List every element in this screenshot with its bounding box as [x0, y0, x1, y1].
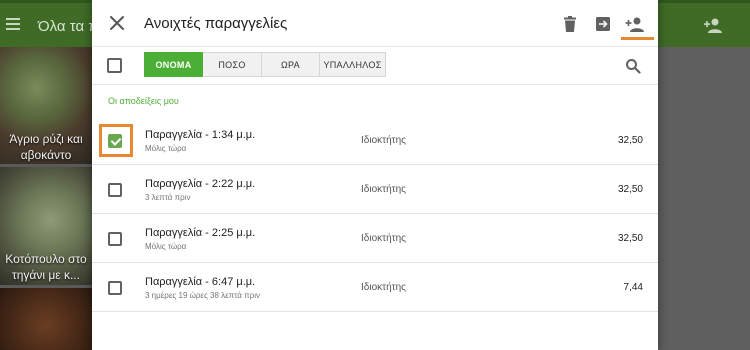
person-add-icon [625, 17, 644, 32]
order-checkbox[interactable] [108, 183, 122, 197]
order-time-ago: 3 ημέρες 19 ώρες 38 λεπτά πριν [145, 291, 261, 300]
trash-icon [564, 16, 576, 32]
sort-by-employee-button[interactable]: ΥΠΑΛΛΗΛΟΣ [320, 52, 386, 77]
sort-toolbar: ΟΝΟΜΑ ΠΟΣΟ ΩΡΑ ΥΠΑΛΛΗΛΟΣ [92, 47, 658, 85]
order-title: Παραγγελία - 2:22 μ.μ. [145, 178, 256, 190]
close-icon[interactable] [108, 14, 126, 32]
sort-by-amount-button[interactable]: ΠΟΣΟ [203, 52, 262, 77]
person-add-icon [704, 18, 722, 33]
menu-icon [6, 18, 20, 30]
order-time-ago: Μόλις τώρα [145, 144, 187, 153]
sort-by-name-button[interactable]: ΟΝΟΜΑ [144, 52, 203, 77]
checkbox-highlight [99, 124, 133, 157]
background-item-tile [0, 288, 92, 350]
open-orders-dialog: Ανοιχτές παραγγελίες ΟΝΟΜΑ ΠΟΣΟ ΩΡΑ ΥΠΑΛ… [92, 0, 658, 350]
order-checkbox[interactable] [108, 232, 122, 246]
order-employee: Ιδιοκτήτης [361, 184, 406, 195]
order-employee: Ιδιοκτήτης [361, 282, 406, 293]
sort-by-time-button[interactable]: ΩΡΑ [262, 52, 320, 77]
order-amount: 32,50 [617, 184, 643, 195]
order-checkbox[interactable] [108, 281, 122, 295]
move-arrow-icon [596, 17, 610, 31]
order-title: Παραγγελία - 6:47 μ.μ. [145, 276, 256, 288]
order-time-ago: 3 λεπτά πριν [145, 193, 191, 202]
delete-button[interactable] [558, 12, 582, 36]
background-item-tile: Άγριο ρύζι και αβοκάντο [0, 47, 92, 164]
background-item-label: Κοτόπουλο στο τηγάνι με κ... [5, 252, 87, 282]
order-employee: Ιδιοκτήτης [361, 233, 406, 244]
order-amount: 32,50 [617, 135, 643, 146]
order-time-ago: Μόλις τώρα [145, 242, 187, 251]
dialog-title: Ανοιχτές παραγγελίες [144, 15, 288, 32]
select-all-checkbox[interactable] [107, 58, 122, 73]
background-item-label: Άγριο ρύζι και αβοκάντο [9, 132, 83, 162]
order-row[interactable]: Παραγγελία - 2:22 μ.μ. 3 λεπτά πριν Ιδιο… [92, 165, 658, 214]
dialog-header: Ανοιχτές παραγγελίες [92, 0, 658, 47]
background-panel [658, 47, 750, 350]
orders-list: Παραγγελία - 1:34 μ.μ. Μόλις τώρα Ιδιοκτ… [92, 116, 658, 312]
order-title: Παραγγελία - 1:34 μ.μ. [145, 129, 256, 141]
section-label: Οι αποδείξεις μου [108, 96, 179, 106]
order-row[interactable]: Παραγγελία - 1:34 μ.μ. Μόλις τώρα Ιδιοκτ… [92, 116, 658, 165]
background-item-tile: Κοτόπουλο στο τηγάνι με κ... [0, 167, 92, 285]
sort-button-group: ΟΝΟΜΑ ΠΟΣΟ ΩΡΑ ΥΠΑΛΛΗΛΟΣ [144, 52, 386, 77]
highlight-underline [621, 37, 654, 40]
order-row[interactable]: Παραγγελία - 2:25 μ.μ. Μόλις τώρα Ιδιοκτ… [92, 214, 658, 263]
order-employee: Ιδιοκτήτης [361, 135, 406, 146]
move-order-button[interactable] [591, 12, 615, 36]
assign-employee-button[interactable] [623, 12, 647, 36]
order-amount: 7,44 [623, 282, 643, 293]
order-title: Παραγγελία - 2:25 μ.μ. [145, 227, 256, 239]
order-amount: 32,50 [617, 233, 643, 244]
background-item-grid: Άγριο ρύζι και αβοκάντο Κοτόπουλο στο τη… [0, 47, 92, 350]
order-row[interactable]: Παραγγελία - 6:47 μ.μ. 3 ημέρες 19 ώρες … [92, 263, 658, 312]
search-icon[interactable] [625, 58, 641, 74]
